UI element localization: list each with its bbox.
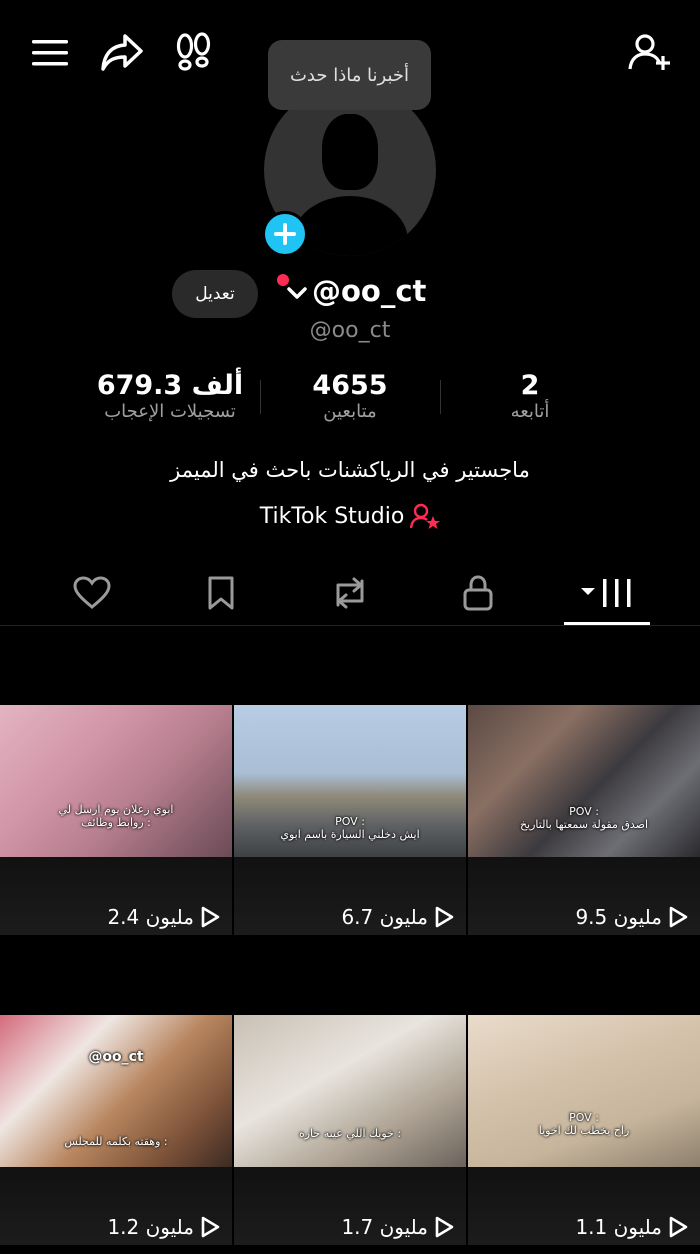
view-count-label: 6.7 مليون (341, 905, 428, 929)
play-icon (435, 906, 454, 928)
play-icon (669, 906, 688, 928)
video-caption: POV : ايش دخلني السيارة باسم ابوي (280, 815, 420, 841)
view-count: 1.2 مليون (107, 1215, 220, 1239)
display-name[interactable]: @oo_ct (312, 274, 426, 308)
share-icon[interactable] (100, 32, 144, 72)
video-grid-icon (581, 579, 631, 607)
tiktok-studio-label: TikTok Studio (259, 503, 405, 529)
view-count: 6.7 مليون (341, 905, 454, 929)
video-preview-image (0, 705, 232, 857)
stat-divider (260, 380, 261, 414)
footprints-icon[interactable] (175, 32, 213, 72)
view-count: 1.1 مليون (575, 1215, 688, 1239)
status-tooltip[interactable]: أخبرنا ماذا حدث (268, 40, 431, 110)
play-icon (201, 1216, 220, 1238)
creator-star-icon (410, 503, 441, 529)
view-count-label: 2.4 مليون (107, 905, 194, 929)
video-caption: خويك اللي عينه حاره : (298, 1127, 402, 1140)
stat-likes[interactable]: 679.3 ألف تسجيلات الإعجاب (80, 370, 260, 422)
view-count: 2.4 مليون (107, 905, 220, 929)
video-thumbnail[interactable]: POV : اصدق مقولة سمعتها بالتاريخ 9.5 ملي… (468, 705, 700, 935)
view-count-label: 1.7 مليون (341, 1215, 428, 1239)
play-icon (435, 1216, 454, 1238)
play-icon (201, 906, 220, 928)
tab-reposts[interactable] (300, 565, 400, 621)
video-thumbnail[interactable]: POV : راح يخطب لك اخويا 1.1 مليون (468, 1015, 700, 1245)
heart-icon (73, 576, 111, 609)
plus-icon (274, 223, 296, 245)
view-count-label: 1.1 مليون (575, 1215, 662, 1239)
avatar-silhouette-head (322, 114, 378, 190)
view-count: 9.5 مليون (575, 905, 688, 929)
profile-bio: ماجستير في الرياكشنات باحث في الميمز (170, 458, 530, 482)
view-count-label: 1.2 مليون (107, 1215, 194, 1239)
video-caption: ابوي زعلان يوم ارسل لي روابط وظائف : (58, 803, 174, 829)
following-label: أتابعه (510, 401, 550, 422)
tab-liked[interactable] (42, 565, 142, 621)
followers-count: 4655 (312, 370, 388, 401)
likes-label: تسجيلات الإعجاب (104, 401, 236, 422)
menu-icon[interactable] (32, 38, 68, 68)
view-count-label: 9.5 مليون (575, 905, 662, 929)
play-icon (669, 1216, 688, 1238)
video-thumbnail[interactable]: POV : ايش دخلني السيارة باسم ابوي 6.7 مل… (234, 705, 466, 935)
followers-label: متابعين (323, 401, 377, 422)
tab-videos[interactable] (557, 565, 657, 621)
video-thumbnail[interactable]: خويك اللي عينه حاره : 1.7 مليون (234, 1015, 466, 1245)
chevron-down-icon[interactable] (286, 286, 308, 300)
likes-count: 679.3 ألف (96, 370, 244, 401)
tab-favorites[interactable] (171, 565, 271, 621)
repost-icon (336, 577, 364, 609)
stat-divider (440, 380, 441, 414)
add-friend-icon[interactable] (628, 32, 672, 72)
edit-profile-button[interactable]: تعديل (172, 270, 258, 318)
tab-private[interactable] (428, 565, 528, 621)
stat-following[interactable]: 2 أتابعه (470, 370, 590, 422)
tab-divider (0, 625, 700, 626)
lock-icon (463, 575, 493, 611)
video-caption: وهقته بكلمه للمجلس : (64, 1135, 168, 1148)
video-caption: POV : اصدق مقولة سمعتها بالتاريخ (519, 805, 649, 831)
video-watermark: @oo_ct (88, 1049, 144, 1065)
notification-dot (277, 274, 289, 286)
tiktok-studio-link[interactable]: TikTok Studio (0, 503, 700, 529)
bookmark-icon (208, 576, 234, 610)
stat-followers[interactable]: 4655 متابعين (285, 370, 415, 422)
video-thumbnail[interactable]: ابوي زعلان يوم ارسل لي روابط وظائف : 2.4… (0, 705, 232, 935)
video-preview-image (468, 1015, 700, 1167)
username-handle: @oo_ct (309, 318, 391, 343)
following-count: 2 (520, 370, 540, 401)
video-caption: POV : راح يخطب لك اخويا (538, 1111, 630, 1137)
avatar-silhouette-body (292, 196, 408, 256)
video-thumbnail[interactable]: @oo_ct وهقته بكلمه للمجلس : 1.2 مليون (0, 1015, 232, 1245)
video-preview-image (234, 1015, 466, 1167)
add-story-button[interactable] (262, 211, 308, 257)
view-count: 1.7 مليون (341, 1215, 454, 1239)
video-preview-image (468, 705, 700, 857)
